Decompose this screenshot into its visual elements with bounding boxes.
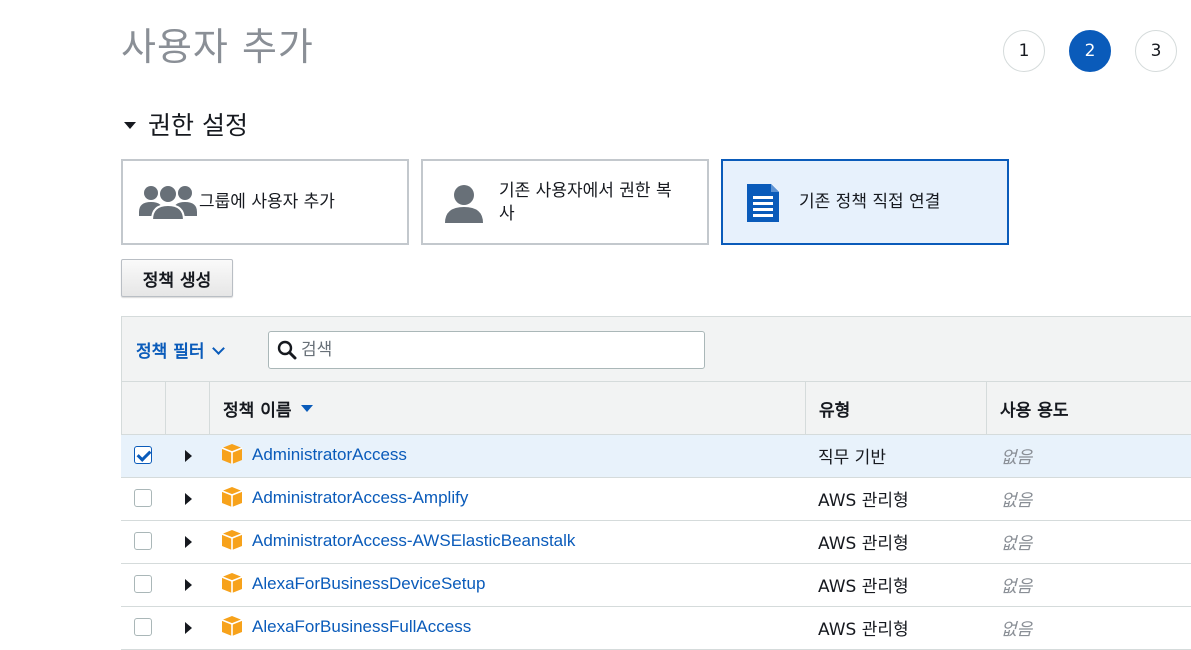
filter-bar: 정책 필터: [121, 316, 1191, 382]
row-checkbox[interactable]: [134, 618, 152, 636]
policy-filter-label: 정책 필터: [136, 342, 205, 362]
collapse-caret-icon: [124, 122, 136, 129]
option-copy-permissions[interactable]: 기존 사용자에서 권한 복 사: [421, 159, 709, 245]
policy-usage: 없음: [1001, 534, 1033, 554]
policy-usage: 없음: [1001, 620, 1033, 640]
step-2[interactable]: 2: [1069, 30, 1111, 72]
option-label: 기존 정책 직접 연결: [799, 192, 941, 212]
sort-descending-icon: [301, 404, 314, 412]
expand-row-icon[interactable]: [185, 622, 192, 634]
header-type-label: 유형: [819, 400, 851, 421]
header-select-column: [122, 382, 166, 434]
policy-type: AWS 관리형: [818, 491, 909, 511]
permissions-section-header[interactable]: 권한 설정: [124, 106, 248, 142]
expand-row-icon[interactable]: [185, 493, 192, 505]
policy-box-icon: [221, 530, 243, 550]
option-label: 그룹에 사용자 추가: [199, 192, 335, 212]
policy-usage: 없음: [1001, 577, 1033, 597]
policy-usage: 없음: [1001, 448, 1033, 468]
option-attach-policies[interactable]: 기존 정책 직접 연결: [721, 159, 1009, 245]
page-title: 사용자 추가: [121, 25, 314, 69]
table-row[interactable]: AdministratorAccess 직무 기반 없음: [121, 435, 1191, 478]
policy-filter-dropdown[interactable]: 정책 필터: [136, 337, 226, 362]
document-icon: [747, 184, 779, 222]
policy-box-icon: [221, 616, 243, 636]
search-box[interactable]: [268, 331, 705, 369]
expand-row-icon[interactable]: [185, 450, 192, 462]
option-label-line2: 사: [499, 204, 515, 224]
header-usage[interactable]: 사용 용도: [987, 382, 1191, 434]
header-expand-column: [166, 382, 210, 434]
table-row[interactable]: AdministratorAccess-AWSElasticBeanstalk …: [121, 521, 1191, 564]
table-row[interactable]: AlexaForBusinessDeviceSetup AWS 관리형 없음: [121, 564, 1191, 607]
header-usage-label: 사용 용도: [1000, 400, 1069, 421]
row-checkbox[interactable]: [134, 446, 152, 464]
header-policy-name[interactable]: 정책 이름: [210, 382, 806, 434]
option-label-line1: 기존 사용자에서 권한 복: [499, 181, 672, 201]
policy-name-link[interactable]: AdministratorAccess: [252, 445, 407, 465]
option-add-to-group[interactable]: 그룹에 사용자 추가: [121, 159, 409, 245]
step-1[interactable]: 1: [1003, 30, 1045, 72]
policy-box-icon: [221, 487, 243, 507]
expand-row-icon[interactable]: [185, 536, 192, 548]
policy-box-icon: [221, 444, 243, 464]
search-input[interactable]: [301, 332, 696, 368]
policy-type: 직무 기반: [818, 448, 886, 468]
policy-name-link[interactable]: AdministratorAccess-Amplify: [252, 488, 468, 508]
policy-name-link[interactable]: AlexaForBusinessDeviceSetup: [252, 574, 485, 594]
table-row[interactable]: AdministratorAccess-Amplify AWS 관리형 없음: [121, 478, 1191, 521]
user-icon: [445, 185, 483, 223]
policy-name-link[interactable]: AdministratorAccess-AWSElasticBeanstalk: [252, 531, 575, 551]
policy-usage: 없음: [1001, 491, 1033, 511]
row-checkbox[interactable]: [134, 489, 152, 507]
policy-box-icon: [221, 573, 243, 593]
step-3[interactable]: 3: [1135, 30, 1177, 72]
search-icon: [277, 340, 297, 360]
expand-row-icon[interactable]: [185, 579, 192, 591]
row-checkbox[interactable]: [134, 532, 152, 550]
create-policy-button[interactable]: 정책 생성: [121, 259, 233, 297]
section-title: 권한 설정: [148, 111, 248, 140]
table-header: 정책 이름 유형 사용 용도: [121, 381, 1191, 435]
group-users-icon: [139, 184, 197, 221]
table-row[interactable]: AlexaForBusinessFullAccess AWS 관리형 없음: [121, 607, 1191, 650]
policy-type: AWS 관리형: [818, 534, 909, 554]
policy-type: AWS 관리형: [818, 620, 909, 640]
header-policy-name-label: 정책 이름: [223, 400, 292, 421]
policy-type: AWS 관리형: [818, 577, 909, 597]
header-type[interactable]: 유형: [806, 382, 987, 434]
chevron-down-icon: [212, 342, 226, 355]
row-checkbox[interactable]: [134, 575, 152, 593]
policy-name-link[interactable]: AlexaForBusinessFullAccess: [252, 617, 471, 637]
